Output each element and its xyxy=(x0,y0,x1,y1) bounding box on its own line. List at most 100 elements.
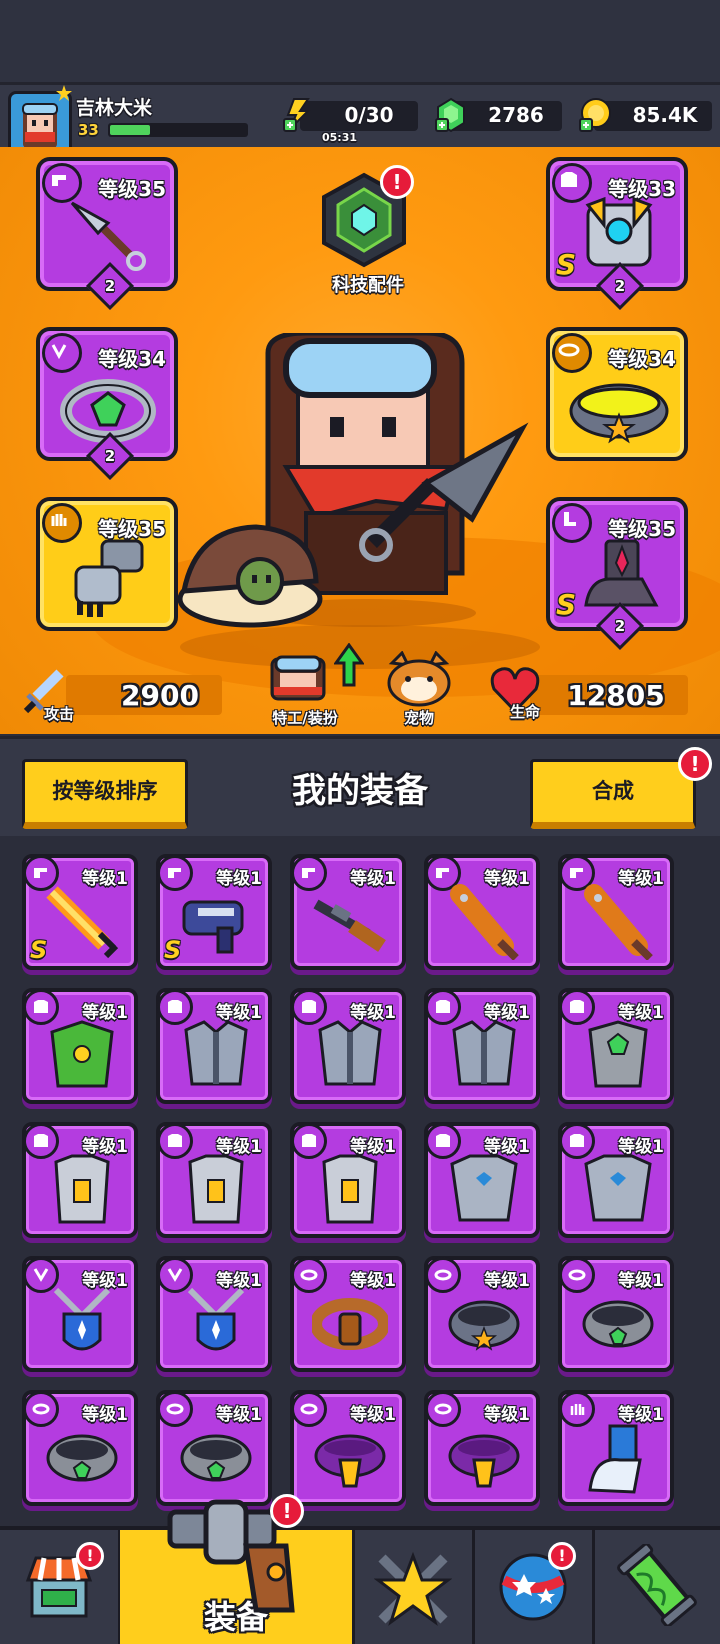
player-name: 吉林大米 xyxy=(76,97,153,119)
slot-armor[interactable]: 等级33 S 2 xyxy=(546,157,688,311)
agent-label[interactable]: 特工/装扮 xyxy=(250,707,360,728)
slot-belt[interactable]: 等级34 xyxy=(546,327,688,461)
equipment-item[interactable]: 等级1 xyxy=(22,988,138,1104)
bottom-nav: ! 装备 ! xyxy=(0,1526,720,1644)
equipment-item[interactable]: 等级1 xyxy=(156,988,272,1104)
equipment-item[interactable]: 等级1 xyxy=(290,988,406,1104)
equipment-item[interactable]: 等级1 xyxy=(290,1122,406,1238)
plate-armor-icon xyxy=(318,1020,382,1086)
fur-glove-icon xyxy=(588,1424,642,1494)
agent-icon[interactable] xyxy=(266,655,330,703)
attack-value: 2900 xyxy=(121,679,199,712)
coins-value: 85.4K xyxy=(632,103,698,127)
equipment-item[interactable]: 等级1 xyxy=(558,854,674,970)
rope-belt-icon xyxy=(312,1298,388,1350)
slot-boots[interactable]: 等级35 S 2 xyxy=(546,497,688,651)
equipment-item[interactable]: 等级1 xyxy=(424,854,540,970)
equipment-item[interactable]: 等级1 xyxy=(22,1256,138,1372)
nav-events[interactable]: ! xyxy=(474,1530,595,1644)
item-grade: S xyxy=(30,936,48,964)
turtle-pet xyxy=(177,524,323,628)
star-belt-icon xyxy=(448,1300,520,1351)
equipment-item[interactable]: 等级1 xyxy=(290,854,406,970)
events-alert-badge: ! xyxy=(548,1542,576,1570)
pet-dog-icon[interactable] xyxy=(384,651,454,707)
vest-icon xyxy=(322,1154,378,1224)
equipment-grid: 等级1 S 等级1 S 等级1 等级1 等级1 等级1 等级1 等级1 等级1 等级1 等级1 等级1 等级… xyxy=(0,836,720,1526)
gem-belt-icon xyxy=(582,1300,654,1348)
equipment-item[interactable]: 等级1 S xyxy=(22,854,138,970)
equipment-item[interactable]: 等级1 xyxy=(558,1390,674,1506)
gold-belt-icon xyxy=(314,1434,386,1488)
equipment-item[interactable]: 等级1 xyxy=(424,1256,540,1372)
item-grade: S xyxy=(164,936,182,964)
status-bar xyxy=(0,0,720,82)
equipment-item[interactable]: 等级1 xyxy=(558,1122,674,1238)
vest-icon xyxy=(54,1154,110,1224)
blaster-icon xyxy=(182,900,244,954)
attack-label: 攻击 xyxy=(44,705,75,723)
shop-alert-badge: ! xyxy=(76,1542,104,1570)
belt-type-icon xyxy=(552,333,592,373)
battle-star-icon xyxy=(374,1551,452,1626)
chestplate-icon xyxy=(584,1154,652,1222)
xp-fill xyxy=(110,125,150,135)
equipment-item[interactable]: 等级1 xyxy=(424,988,540,1104)
star-belt-icon xyxy=(569,383,669,444)
gem-armor-icon xyxy=(588,1020,648,1088)
bat-icon xyxy=(450,884,519,960)
equipment-item[interactable]: 等级1 S xyxy=(156,854,272,970)
energy-value: 0/30 xyxy=(344,103,394,127)
gems-value: 2786 xyxy=(488,103,544,127)
equipment-item[interactable]: 等级1 xyxy=(424,1390,540,1506)
equipment-header: 按等级排序 我的装备 合成 ! xyxy=(0,736,720,840)
nav-battle[interactable] xyxy=(354,1530,475,1644)
tech-label: 科技配件 xyxy=(332,275,404,296)
equipment-item[interactable]: 等级1 xyxy=(156,1390,272,1506)
plate-armor-icon xyxy=(452,1020,516,1086)
merge-button[interactable]: 合成 xyxy=(530,759,696,829)
slot-gloves[interactable]: 等级35 xyxy=(36,497,178,631)
equipment-item[interactable]: 等级1 xyxy=(22,1122,138,1238)
sword-icon xyxy=(46,886,119,959)
shield-necklace-icon xyxy=(187,1287,245,1351)
hp-value: 12805 xyxy=(567,679,665,712)
slot-belt-level: 等级34 xyxy=(608,347,676,371)
top-header: 吉林大米 33 0/30 05:31 2786 85.4K xyxy=(0,82,720,155)
tech-alert-badge: ! xyxy=(380,165,414,199)
equipment-item[interactable]: 等级1 xyxy=(22,1390,138,1506)
equipment-item[interactable]: 等级1 xyxy=(424,1122,540,1238)
nav-shop[interactable]: ! xyxy=(0,1530,121,1644)
equipment-item[interactable]: 等级1 xyxy=(290,1390,406,1506)
shotgun-icon xyxy=(313,899,386,952)
character-panel: 等级35 2 等级34 2 等级35 等级33 S 2 等级34 等级35 S … xyxy=(0,147,720,734)
gem-belt-icon xyxy=(46,1434,118,1482)
dna-capsule-icon xyxy=(617,1544,697,1626)
slot-ring[interactable]: 等级34 2 xyxy=(36,327,178,481)
gold-belt-icon xyxy=(448,1434,520,1488)
equipment-item[interactable]: 等级1 xyxy=(156,1122,272,1238)
slot-armor-grade: S xyxy=(556,248,577,281)
leaf-armor-icon xyxy=(50,1020,114,1088)
slot-weapon[interactable]: 等级35 2 xyxy=(36,157,178,311)
slot-boots-grade: S xyxy=(556,588,577,621)
energy-timer: 05:31 xyxy=(322,131,358,144)
upgrade-arrow-icon xyxy=(334,643,364,687)
gem-add-icon[interactable] xyxy=(434,97,468,133)
chestplate-icon xyxy=(450,1154,518,1222)
gauntlet-icon xyxy=(74,539,144,617)
bat-icon xyxy=(584,884,653,960)
vest-icon xyxy=(188,1154,244,1224)
equipment-item[interactable]: 等级1 xyxy=(156,1256,272,1372)
coin-add-icon[interactable] xyxy=(578,97,612,133)
star-icon xyxy=(56,85,72,101)
equipment-alert-badge: ! xyxy=(270,1494,304,1528)
energy-add-icon[interactable] xyxy=(280,97,314,133)
plate-armor-icon xyxy=(184,1020,248,1086)
equipment-item[interactable]: 等级1 xyxy=(558,1256,674,1372)
equipment-item[interactable]: 等级1 xyxy=(558,988,674,1104)
merge-alert-badge: ! xyxy=(678,747,712,781)
pet-label[interactable]: 宠物 xyxy=(384,707,454,728)
nav-evolution[interactable] xyxy=(594,1530,720,1644)
equipment-item[interactable]: 等级1 xyxy=(290,1256,406,1372)
